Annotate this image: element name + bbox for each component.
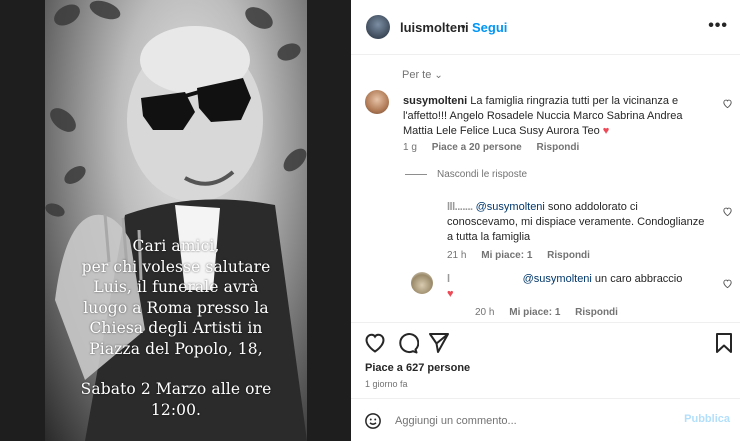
post-media[interactable]: Cari amici, per chi volesse salutare Lui…	[45, 0, 307, 441]
divider-line	[405, 173, 427, 175]
hide-replies-toggle[interactable]: Nascondi le risposte	[405, 169, 527, 180]
post-panel: luismolteni • Segui ••• Per te ⌄ susymolt…	[351, 0, 740, 441]
reply-like-heart-icon[interactable]	[722, 206, 733, 217]
reply-comment: lll....... @susymolteni sono addolorato …	[447, 200, 707, 245]
overlay-line	[45, 359, 307, 379]
mention-link[interactable]: @susymolteni	[476, 201, 545, 213]
reply-time: 20 h	[475, 307, 495, 318]
overlay-line: Piazza del Popolo, 18,	[89, 339, 263, 358]
reply-time: 21 h	[447, 250, 467, 261]
comment-bubble-icon[interactable]	[395, 331, 419, 355]
author-username[interactable]: luismolteni	[400, 20, 469, 35]
reply-username[interactable]: lll.......	[447, 201, 473, 213]
mention-link[interactable]: @susymolteni	[523, 273, 592, 285]
comment-filter-label: Per te	[402, 69, 432, 81]
post-timestamp: 1 giorno fa	[365, 379, 408, 389]
overlay-line: luogo a Roma presso la	[83, 298, 269, 317]
overlay-line: Sabato 2 Marzo alle ore	[80, 380, 272, 398]
reply-body: un caro abbraccio	[591, 273, 683, 285]
comment-filter[interactable]: Per te ⌄	[402, 69, 443, 81]
reply-username[interactable]: l	[447, 273, 450, 285]
comment-time: 1 g	[403, 142, 417, 153]
add-comment-bar: Pubblica	[351, 398, 740, 441]
reply-meta: 21 h Mi piace: 1 Rispondi	[447, 250, 602, 261]
main-comment-meta: 1 g Piace a 20 persone Rispondi	[403, 142, 591, 153]
chevron-down-icon: ⌄	[434, 70, 443, 81]
overlay-line: per chi volesse salutare	[81, 257, 271, 276]
share-paper-plane-icon[interactable]	[427, 331, 451, 355]
heart-emoji: ♥	[602, 125, 610, 137]
separator-dot: •	[461, 19, 466, 34]
reply-comment: l @susymolteni un caro abbraccio ♥	[447, 272, 707, 302]
emoji-icon[interactable]	[364, 412, 382, 430]
comment-like-heart-icon[interactable]	[722, 98, 733, 109]
hide-replies-label: Nascondi le risposte	[437, 169, 528, 180]
reply-meta: 20 h Mi piace: 1 Rispondi	[475, 307, 630, 318]
publish-button[interactable]: Pubblica	[684, 413, 730, 425]
reply-avatar[interactable]	[411, 272, 433, 294]
reply-avatar[interactable]	[411, 199, 433, 221]
more-options-icon[interactable]: •••	[708, 17, 728, 35]
reply-button[interactable]: Rispondi	[537, 142, 580, 153]
reply-button[interactable]: Rispondi	[575, 307, 618, 318]
post-likes-count[interactable]: Piace a 627 persone	[365, 362, 470, 374]
overlay-line: Luis, il funerale avrà	[93, 278, 259, 296]
reply-like-heart-icon[interactable]	[722, 278, 733, 289]
overlay-line: 12:00.	[150, 400, 202, 419]
heart-emoji: ♥	[447, 288, 454, 300]
author-avatar[interactable]	[366, 15, 390, 39]
media-overlay-text: Cari amici, per chi volesse salutare Lui…	[45, 236, 307, 420]
reply-likes[interactable]: Mi piace: 1	[481, 250, 532, 261]
overlay-line: Chiesa degli Artisti in	[89, 319, 263, 337]
commenter-avatar[interactable]	[365, 90, 389, 114]
overlay-line: Cari amici,	[132, 237, 220, 255]
like-heart-icon[interactable]	[363, 331, 387, 355]
follow-button[interactable]: Segui	[472, 20, 507, 35]
reply-likes[interactable]: Mi piace: 1	[509, 307, 560, 318]
comment-likes[interactable]: Piace a 20 persone	[432, 142, 522, 153]
main-comment: susymolteni La famiglia ringrazia tutti …	[403, 94, 715, 139]
comment-input[interactable]	[395, 411, 675, 431]
commenter-username[interactable]: susymolteni	[403, 95, 467, 107]
post-header: luismolteni • Segui •••	[351, 0, 740, 55]
reply-button[interactable]: Rispondi	[547, 250, 590, 261]
bookmark-icon[interactable]	[712, 331, 736, 355]
